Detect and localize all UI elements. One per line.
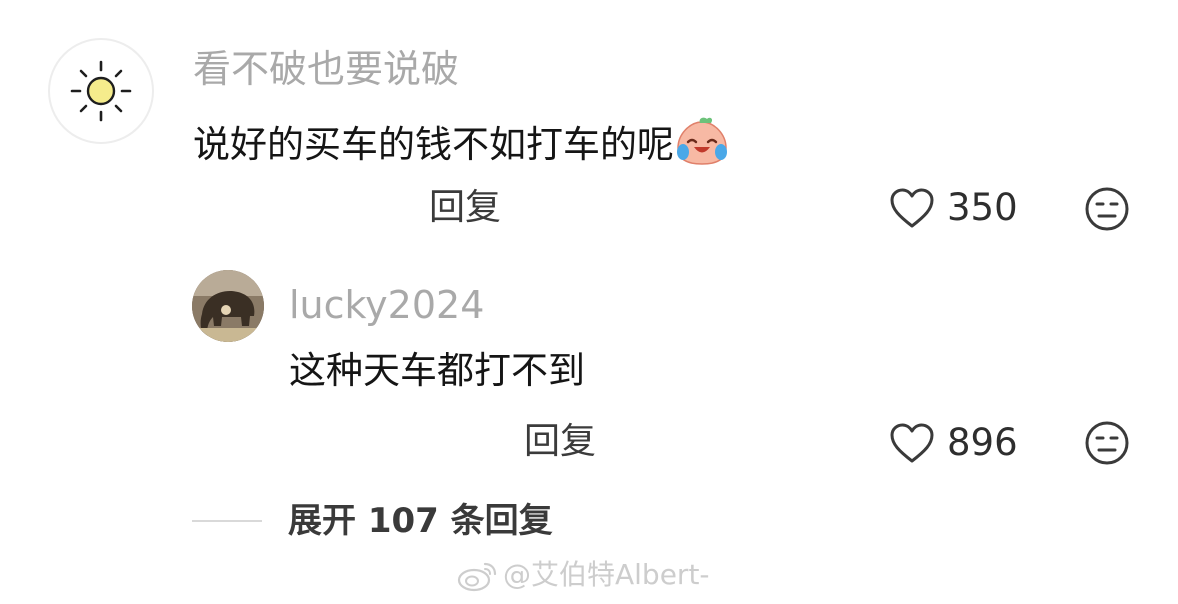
avatar-lucky2024[interactable] bbox=[192, 270, 264, 342]
like-count: 350 bbox=[947, 186, 1018, 229]
comment-body: 说好的买车的钱不如打车的呢 bbox=[193, 116, 730, 177]
reply-text: 这种天车都打不到 bbox=[289, 349, 585, 392]
comment-text: 说好的买车的钱不如打车的呢 bbox=[193, 123, 674, 166]
comment-username[interactable]: 看不破也要说破 bbox=[193, 47, 459, 91]
reply-like-count: 896 bbox=[947, 421, 1018, 464]
elephant-photo-icon bbox=[192, 270, 264, 342]
reply-username[interactable]: lucky2024 bbox=[289, 283, 484, 327]
reply-dislike-button[interactable] bbox=[1084, 420, 1130, 470]
reply-button[interactable]: 回复 bbox=[429, 186, 501, 230]
reply-like-button[interactable]: 896 bbox=[889, 421, 1018, 465]
meh-face-icon bbox=[1085, 421, 1129, 465]
expand-replies-button[interactable]: 展开 107 条回复 bbox=[288, 499, 553, 543]
like-button[interactable]: 350 bbox=[889, 186, 1018, 230]
crying-laughing-peach-emoji bbox=[674, 116, 730, 177]
heart-icon bbox=[890, 423, 934, 463]
expand-divider bbox=[192, 520, 262, 522]
weibo-icon bbox=[457, 562, 497, 592]
avatar-sun[interactable] bbox=[48, 38, 154, 144]
watermark: @艾伯特Albert- bbox=[455, 558, 710, 592]
heart-icon bbox=[890, 188, 934, 228]
watermark-text: @艾伯特Albert- bbox=[503, 558, 710, 591]
meh-face-icon bbox=[1085, 187, 1129, 231]
reply-to-reply-button[interactable]: 回复 bbox=[524, 420, 596, 464]
sun-icon bbox=[70, 60, 132, 122]
dislike-button[interactable] bbox=[1084, 186, 1130, 236]
